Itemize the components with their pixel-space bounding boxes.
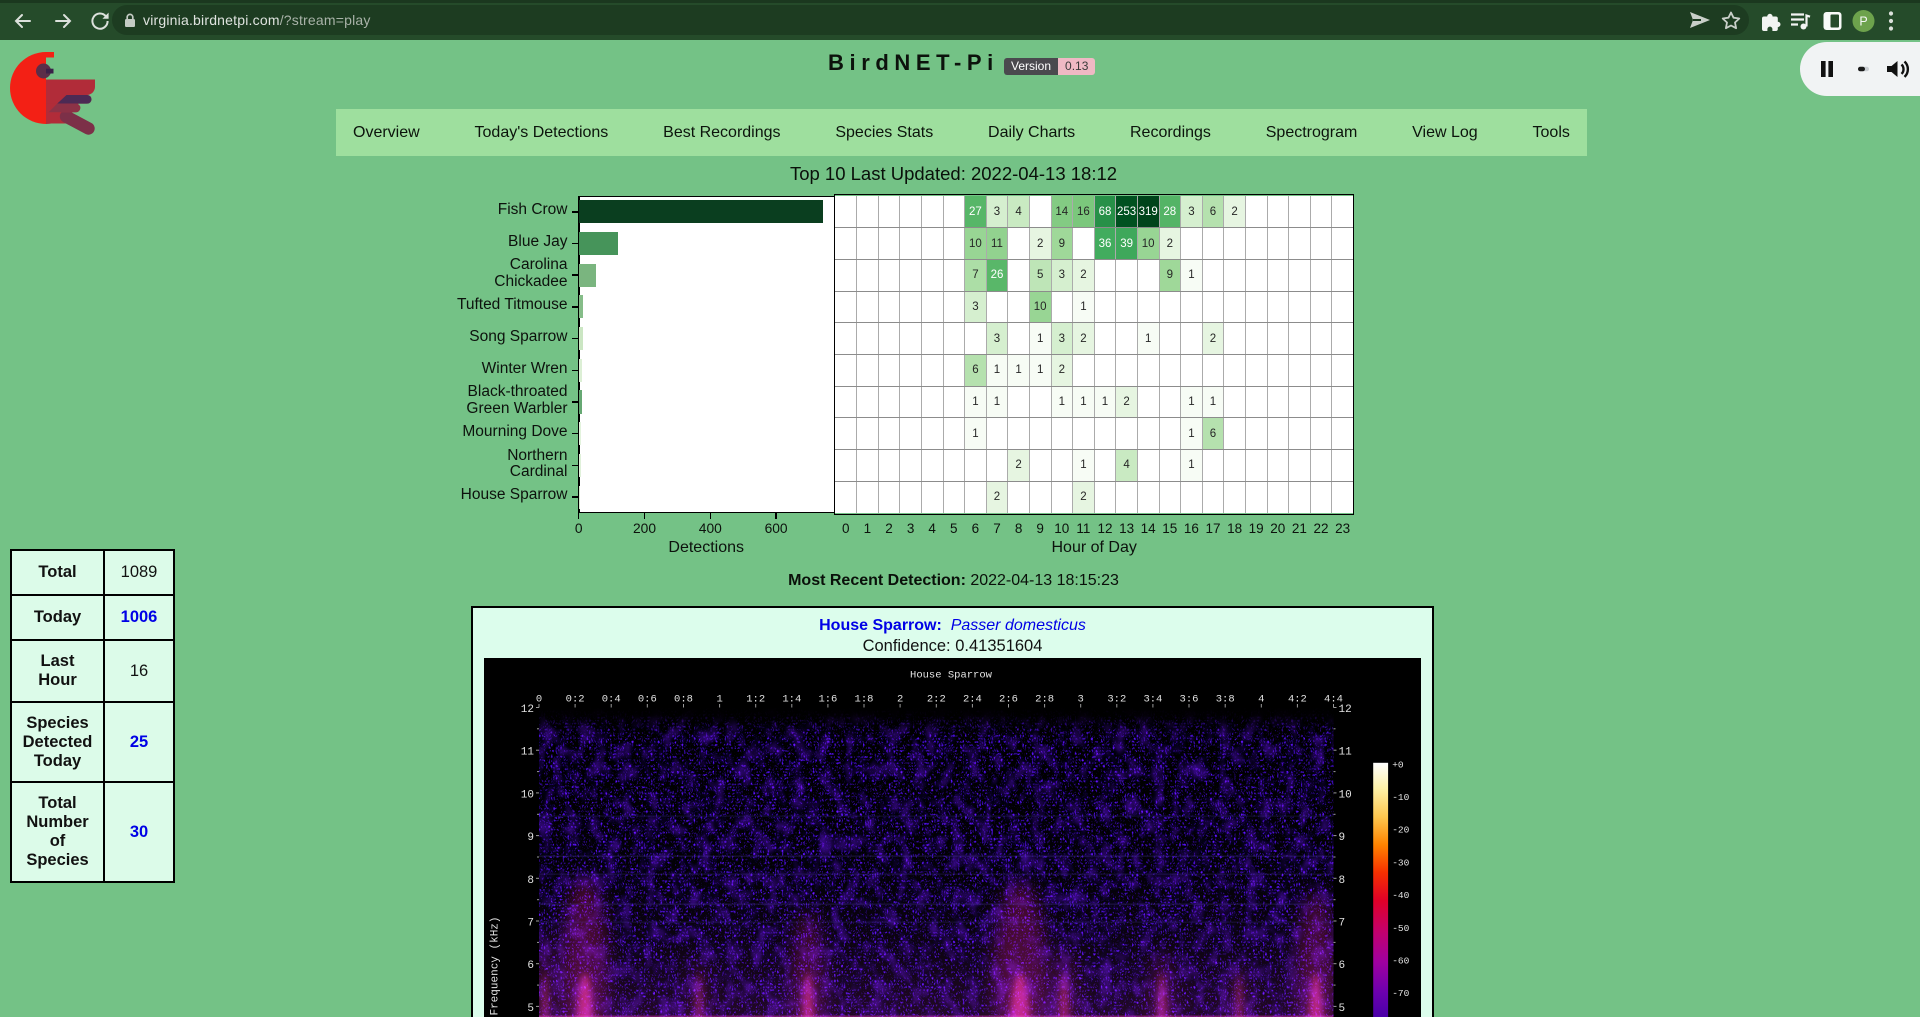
svg-text:0:6: 0:6 [637,693,656,705]
svg-text:5: 5 [1338,1002,1345,1014]
svg-text:0: 0 [535,693,541,705]
svg-text:Frequency (kHz): Frequency (kHz) [489,916,501,1015]
svg-text:+0: +0 [1392,759,1404,770]
svg-text:2:2: 2:2 [926,693,945,705]
svg-text:9: 9 [1338,832,1345,844]
svg-text:12: 12 [1338,704,1351,716]
svg-text:-60: -60 [1392,955,1409,966]
svg-text:0:2: 0:2 [565,693,584,705]
svg-text:-10: -10 [1392,792,1409,803]
svg-text:9: 9 [527,832,534,844]
svg-text:-20: -20 [1392,824,1409,835]
svg-text:1:8: 1:8 [854,693,873,705]
svg-text:3: 3 [1077,693,1083,705]
svg-text:0:8: 0:8 [674,693,693,705]
svg-text:6: 6 [527,960,534,972]
svg-text:10: 10 [520,789,533,801]
svg-text:-30: -30 [1392,857,1409,868]
svg-text:P: P [1859,15,1867,29]
svg-text:0:4: 0:4 [601,693,620,705]
svg-text:2: 2 [896,693,902,705]
svg-text:2:6: 2:6 [999,693,1018,705]
svg-text:2:4: 2:4 [962,693,981,705]
svg-text:House Sparrow: House Sparrow [910,669,993,681]
svg-text:12: 12 [520,704,533,716]
svg-text:1:4: 1:4 [782,693,801,705]
svg-text:7: 7 [1338,917,1345,929]
svg-text:1:2: 1:2 [746,693,765,705]
svg-text:-50: -50 [1392,922,1409,933]
svg-text:8: 8 [1338,874,1345,886]
svg-text:2:8: 2:8 [1035,693,1054,705]
svg-text:3:8: 3:8 [1215,693,1234,705]
svg-text:7: 7 [527,917,534,929]
svg-text:1:6: 1:6 [818,693,837,705]
svg-text:3:2: 3:2 [1107,693,1126,705]
svg-text:6: 6 [1338,960,1345,972]
svg-text:3:6: 3:6 [1179,693,1198,705]
svg-text:10: 10 [1338,789,1351,801]
svg-text:4: 4 [1258,693,1264,705]
svg-text:3:4: 3:4 [1143,693,1162,705]
svg-text:1: 1 [716,693,722,705]
svg-text:11: 11 [520,746,534,758]
svg-text:11: 11 [1338,746,1352,758]
svg-text:4:2: 4:2 [1287,693,1306,705]
svg-text:5: 5 [527,1002,534,1014]
svg-text:-70: -70 [1392,988,1409,999]
svg-text:8: 8 [527,874,534,886]
svg-text:-40: -40 [1392,890,1409,901]
